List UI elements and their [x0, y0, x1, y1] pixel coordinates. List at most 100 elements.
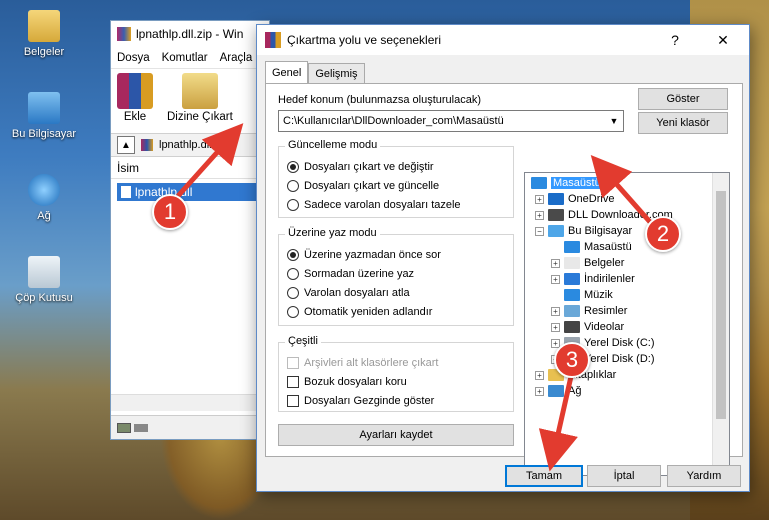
- radio-selected[interactable]: [287, 249, 299, 261]
- tree-item-label: OneDrive: [568, 193, 615, 205]
- winrar-toolbar: Ekle Dizine Çıkart: [111, 69, 269, 129]
- dialog-tabs: Genel Gelişmiş: [265, 61, 365, 84]
- overwrite-mode-option[interactable]: Otomatik yeniden adlandır: [287, 306, 432, 318]
- download-icon: [564, 273, 580, 285]
- dialog-titlebar[interactable]: Çıkartma yolu ve seçenekleri ? ✕: [257, 25, 749, 55]
- music-icon: [564, 289, 580, 301]
- expand-icon[interactable]: +: [535, 210, 544, 220]
- column-header-label: İsim: [117, 160, 139, 175]
- overwrite-mode-option[interactable]: Varolan dosyaları atla: [287, 287, 410, 299]
- option-label: Bozuk dosyaları koru: [304, 376, 407, 388]
- user-icon: [548, 209, 564, 221]
- close-button[interactable]: ✕: [703, 25, 743, 55]
- misc-option-show-explorer[interactable]: Dosyaları Gezginde göster: [287, 395, 434, 407]
- tree-item[interactable]: − Bu Bilgisayar: [535, 223, 632, 239]
- destination-path-combo[interactable]: C:\Kullanıcılar\DllDownloader_com\Masaüs…: [278, 110, 624, 132]
- collapse-icon[interactable]: −: [535, 226, 544, 236]
- picture-icon: [564, 305, 580, 317]
- column-header-name[interactable]: İsim: [111, 157, 269, 179]
- tree-item[interactable]: Masaüstü: [531, 175, 603, 191]
- add-button-label: Ekle: [123, 111, 147, 123]
- misc-option-keep-broken[interactable]: Bozuk dosyaları koru: [287, 376, 407, 388]
- expand-icon[interactable]: +: [551, 274, 560, 284]
- computer-icon: [548, 225, 564, 237]
- tree-item[interactable]: + OneDrive: [535, 191, 614, 207]
- tree-item[interactable]: + İndirilenler: [551, 271, 635, 287]
- cancel-button[interactable]: İptal: [587, 465, 661, 487]
- expand-icon[interactable]: +: [551, 322, 560, 332]
- ok-button[interactable]: Tamam: [505, 465, 583, 487]
- scrollbar-thumb[interactable]: [716, 191, 726, 419]
- help-button[interactable]: Yardım: [667, 465, 741, 487]
- desktop-icon-this-pc[interactable]: Bu Bilgisayar: [6, 92, 82, 140]
- desktop-icon-network[interactable]: Ağ: [6, 174, 82, 222]
- overwrite-mode-option[interactable]: Üzerine yazmadan önce sor: [287, 249, 441, 261]
- winrar-window: lpnathlp.dll.zip - Win Dosya Komutlar Ar…: [110, 20, 270, 440]
- file-list-hscrollbar[interactable]: [111, 394, 269, 411]
- desktop-icon: [531, 177, 547, 189]
- menu-file[interactable]: Dosya: [117, 52, 150, 64]
- tree-item[interactable]: + Videolar: [551, 319, 624, 335]
- extract-to-button-label: Dizine Çıkart: [167, 111, 233, 123]
- dialog-title: Çıkartma yolu ve seçenekleri: [287, 33, 442, 47]
- chevron-down-icon[interactable]: ▼: [605, 116, 623, 126]
- file-row[interactable]: lpnathlp.dll: [117, 183, 269, 201]
- extract-dialog: Çıkartma yolu ve seçenekleri ? ✕ Genel G…: [256, 24, 750, 492]
- checkbox[interactable]: [287, 395, 299, 407]
- radio[interactable]: [287, 199, 299, 211]
- step-marker-3: 3: [554, 342, 590, 378]
- misc-option-subfolders: Arşivleri alt klasörlere çıkart: [287, 357, 438, 369]
- tab-advanced[interactable]: Gelişmiş: [308, 63, 365, 84]
- desktop-icon-label: Ağ: [37, 210, 51, 222]
- expand-icon[interactable]: +: [535, 194, 544, 204]
- update-mode-option[interactable]: Dosyaları çıkart ve değiştir: [287, 161, 434, 173]
- key-icon: [134, 423, 148, 432]
- update-mode-option[interactable]: Sadece varolan dosyaları tazele: [287, 199, 461, 211]
- network-icon: [28, 174, 60, 206]
- option-label: Arşivleri alt klasörlere çıkart: [304, 357, 439, 369]
- tree-item-label: Yerel Disk (D:): [584, 353, 655, 365]
- menu-tools[interactable]: Araçla: [220, 52, 253, 64]
- option-label: Otomatik yeniden adlandır: [304, 306, 433, 318]
- radio[interactable]: [287, 268, 299, 280]
- tree-item[interactable]: + Ağ: [535, 383, 581, 399]
- tab-general[interactable]: Genel: [265, 61, 309, 84]
- extract-to-button[interactable]: Dizine Çıkart: [167, 73, 233, 125]
- new-folder-button[interactable]: Yeni klasör: [638, 112, 728, 134]
- tree-item[interactable]: + Resimler: [551, 303, 627, 319]
- destination-path-value: C:\Kullanıcılar\DllDownloader_com\Masaüs…: [283, 115, 504, 127]
- checkbox[interactable]: [287, 376, 299, 388]
- menu-commands[interactable]: Komutlar: [162, 52, 208, 64]
- tree-item[interactable]: + Belgeler: [551, 255, 624, 271]
- desktop-icon: [564, 241, 580, 253]
- expand-icon[interactable]: +: [535, 370, 544, 380]
- expand-icon[interactable]: +: [551, 306, 560, 316]
- tree-item-label: İndirilenler: [584, 273, 635, 285]
- winrar-titlebar[interactable]: lpnathlp.dll.zip - Win: [111, 21, 269, 47]
- dll-file-icon: [121, 186, 131, 198]
- save-settings-button[interactable]: Ayarları kaydet: [278, 424, 514, 446]
- general-panel: Hedef konum (bulunmazsa oluşturulacak) C…: [265, 83, 743, 476]
- radio[interactable]: [287, 180, 299, 192]
- desktop-icon-recycle-bin[interactable]: Çöp Kutusu: [6, 256, 82, 304]
- tree-item-label: Müzik: [584, 289, 613, 301]
- radio-selected[interactable]: [287, 161, 299, 173]
- folder-extract-icon: [181, 73, 218, 109]
- add-button[interactable]: Ekle: [117, 73, 153, 125]
- radio[interactable]: [287, 306, 299, 318]
- overwrite-mode-title: Üzerine yaz modu: [285, 227, 380, 239]
- help-title-button[interactable]: ?: [655, 25, 695, 55]
- tree-item[interactable]: Müzik: [551, 287, 613, 303]
- desktop-icon-documents[interactable]: Belgeler: [6, 10, 82, 58]
- radio[interactable]: [287, 287, 299, 299]
- overwrite-mode-option[interactable]: Sormadan üzerine yaz: [287, 268, 414, 280]
- show-button[interactable]: Göster: [638, 88, 728, 110]
- up-folder-button[interactable]: ▲: [117, 136, 135, 154]
- folder-tree-scrollbar[interactable]: [712, 173, 729, 475]
- expand-icon[interactable]: +: [535, 386, 544, 396]
- tree-item[interactable]: Masaüstü: [551, 239, 632, 255]
- expand-icon[interactable]: +: [551, 258, 560, 268]
- update-mode-option[interactable]: Dosyaları çıkart ve güncelle: [287, 180, 439, 192]
- folder-tree[interactable]: Masaüstü + OneDrive + DLL Downloader.com − Bu …: [524, 172, 730, 476]
- document-icon: [564, 257, 580, 269]
